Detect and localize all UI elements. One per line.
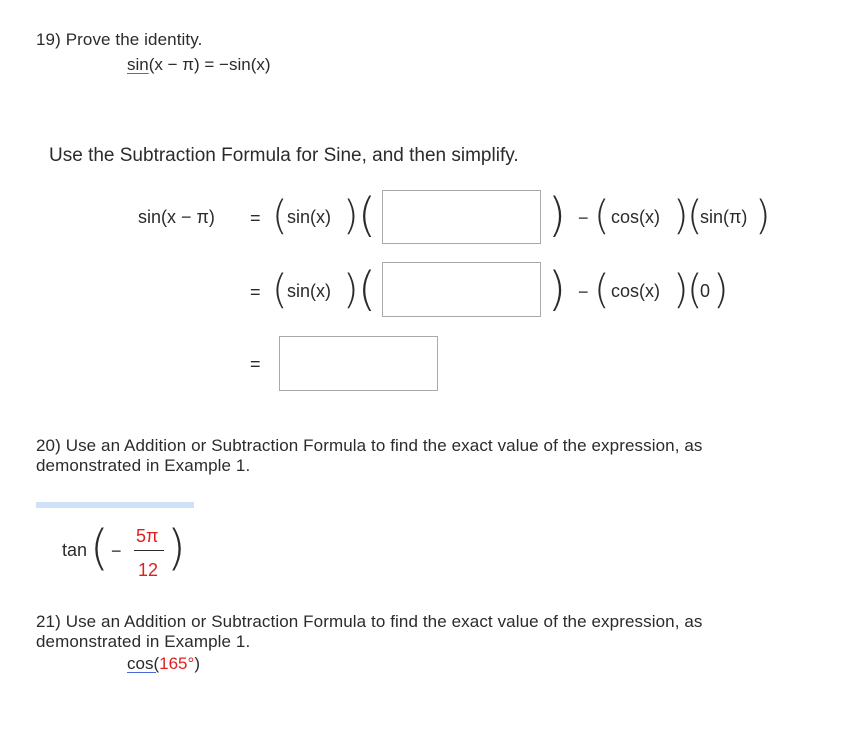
q20-title-line1: 20) Use an Addition or Subtraction Formu… [36, 436, 703, 455]
row1-term1: sin(x) [287, 207, 331, 227]
q20-open-paren: ( [90, 520, 109, 576]
q21-function-link[interactable]: cos [127, 654, 153, 673]
q20-function: tan [62, 540, 88, 560]
row2-open-paren-1: ( [272, 267, 288, 313]
row2-term2: cos(x) [611, 281, 660, 301]
row1-open-paren-2: ( [358, 188, 376, 242]
row1-equals: = [250, 208, 261, 228]
row2-open-paren-3: ( [594, 267, 610, 313]
q21-title-line1: 21) Use an Addition or Subtraction Formu… [36, 612, 703, 631]
row2-open-paren-2: ( [358, 262, 376, 316]
row1-minus: − [578, 208, 589, 228]
row3-equals: = [250, 354, 261, 374]
row2-close-paren-1: ) [343, 267, 359, 313]
q20-title-line2: demonstrated in Example 1. [36, 456, 251, 475]
highlight-bar [36, 502, 194, 508]
q20-denominator: 12 [138, 560, 159, 580]
row1-lhs: sin(x − π) [138, 207, 215, 227]
q19-identity: sin(x − π) = −sin(x) [127, 55, 271, 75]
q19-title: 19) Prove the identity. [36, 30, 203, 49]
row2-term1: sin(x) [287, 281, 331, 301]
row2-term3: 0 [700, 281, 711, 301]
row1-term2: cos(x) [611, 207, 660, 227]
q20-close-paren: ) [167, 520, 186, 576]
row2-answer-input[interactable] [382, 262, 541, 317]
row3-answer-input[interactable] [279, 336, 438, 391]
identity-function-link[interactable]: sin [127, 55, 149, 74]
row1-close-paren-2: ) [548, 188, 566, 242]
q20-fraction-bar [134, 550, 164, 551]
row1-term3: sin(π) [700, 207, 748, 227]
row1-answer-input[interactable] [382, 190, 541, 244]
row2-equals: = [250, 282, 261, 302]
row1-open-paren-1: ( [272, 193, 288, 239]
row1-close-paren-4: ) [755, 193, 771, 239]
q19-instruction: Use the Subtraction Formula for Sine, an… [49, 145, 519, 166]
q20-numerator: 5π [136, 526, 159, 546]
q21-close-paren: ) [194, 654, 200, 673]
identity-rest: (x − π) = −sin(x) [148, 55, 271, 74]
q20-sign: − [111, 541, 122, 561]
q21-title-line2: demonstrated in Example 1. [36, 632, 251, 651]
row1-open-paren-3: ( [594, 193, 610, 239]
q21-expression: cos(165°) [127, 654, 200, 674]
q21-angle: 165° [159, 654, 195, 673]
row2-minus: − [578, 282, 589, 302]
row1-close-paren-1: ) [343, 193, 359, 239]
row2-close-paren-4: ) [713, 267, 729, 313]
row2-close-paren-2: ) [548, 262, 566, 316]
